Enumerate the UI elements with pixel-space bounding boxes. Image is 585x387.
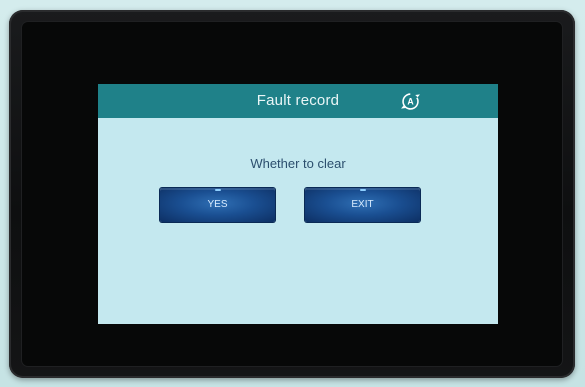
svg-text:A: A xyxy=(407,97,414,107)
clear-prompt: Whether to clear xyxy=(250,156,346,171)
yes-button[interactable]: YES xyxy=(160,188,275,222)
device-photo: Fault record A Whether to clear YES EXIT xyxy=(0,0,585,387)
page-title: Fault record xyxy=(256,92,340,109)
exit-button[interactable]: EXIT xyxy=(305,188,420,222)
hmi-screen: Fault record A Whether to clear YES EXIT xyxy=(98,84,498,324)
title-bar: Fault record A xyxy=(98,84,498,118)
auto-rotate-icon[interactable]: A xyxy=(400,91,421,112)
